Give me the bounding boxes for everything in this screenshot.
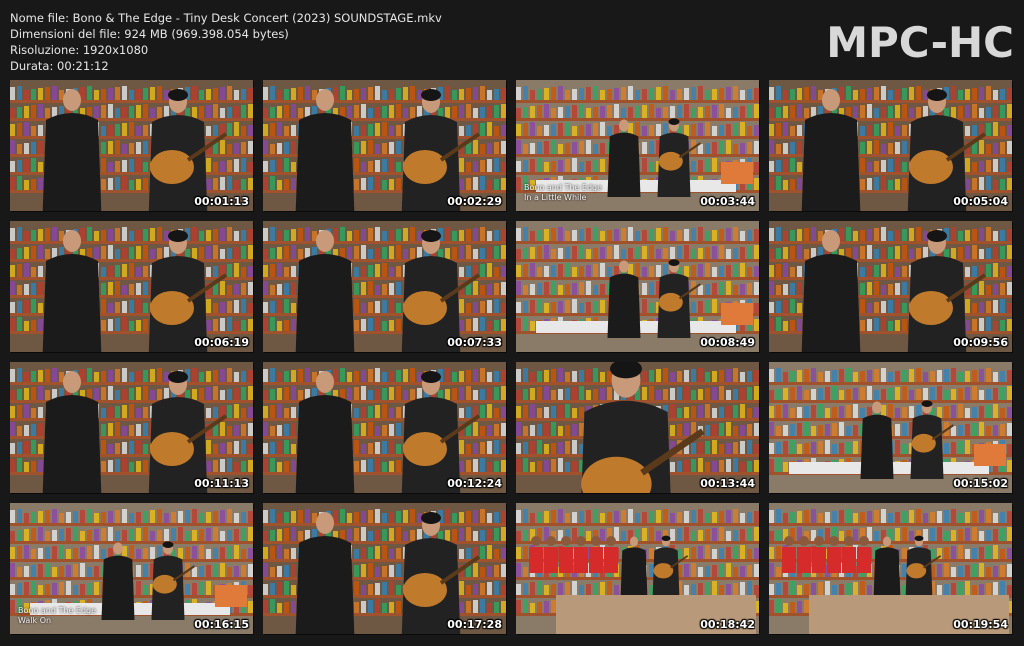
file-name: Nome file: Bono & The Edge - Tiny Desk C…	[10, 11, 442, 25]
caption-song: In a Little While	[524, 193, 587, 202]
video-thumbnail: 00:06:19	[10, 221, 253, 352]
file-info: Nome file: Bono & The Edge - Tiny Desk C…	[10, 10, 442, 74]
thumbnail-timestamp: 00:17:28	[447, 618, 502, 631]
thumbnail-frame	[10, 80, 253, 211]
video-thumbnail: 00:11:13	[10, 362, 253, 493]
thumbnail-timestamp: 00:12:24	[447, 477, 502, 490]
thumbnail-timestamp: 00:16:15	[194, 618, 249, 631]
thumbnail-caption: Bono and The Edge Walk On	[18, 606, 96, 626]
thumbnail-timestamp: 00:06:19	[194, 336, 249, 349]
thumbnail-frame	[769, 362, 1012, 493]
caption-artist: Bono and The Edge	[18, 606, 97, 615]
caption-artist: Bono and The Edge	[524, 183, 603, 192]
file-duration: Durata: 00:21:12	[10, 59, 109, 73]
caption-song: Walk On	[18, 616, 52, 625]
file-size: Dimensioni del file: 924 MB (969.398.054…	[10, 27, 289, 41]
thumbnail-frame	[263, 362, 506, 493]
thumbnail-timestamp: 00:02:29	[447, 195, 502, 208]
thumbnail-timestamp: 00:09:56	[953, 336, 1008, 349]
video-thumbnail: 00:09:56	[769, 221, 1012, 352]
thumbnail-frame	[769, 221, 1012, 352]
thumbnail-frame	[516, 362, 759, 493]
video-thumbnail: Bono and The Edge Walk On 00:16:15	[10, 503, 253, 634]
thumbnail-timestamp: 00:05:04	[953, 195, 1008, 208]
thumbnail-timestamp: 00:11:13	[194, 477, 249, 490]
thumbnail-frame	[516, 221, 759, 352]
video-thumbnail: 00:05:04	[769, 80, 1012, 211]
thumbnail-timestamp: 00:03:44	[700, 195, 755, 208]
thumbnail-caption: Bono and The Edge In a Little While	[524, 183, 602, 203]
video-thumbnail: 00:13:44	[516, 362, 759, 493]
thumbnail-frame	[10, 362, 253, 493]
video-thumbnail: 00:08:49	[516, 221, 759, 352]
video-thumbnail: 00:15:02	[769, 362, 1012, 493]
thumbnail-frame	[516, 503, 759, 634]
thumbnail-frame	[769, 80, 1012, 211]
thumbnail-frame	[10, 221, 253, 352]
thumbnail-timestamp: 00:07:33	[447, 336, 502, 349]
mpc-hc-logo: MPC-HC	[826, 18, 1014, 67]
thumbnail-frame	[263, 80, 506, 211]
video-thumbnail: Bono and The Edge In a Little While 00:03:…	[516, 80, 759, 211]
thumbnail-frame	[263, 503, 506, 634]
thumbnail-frame	[263, 221, 506, 352]
video-thumbnail: 00:18:42	[516, 503, 759, 634]
thumbnail-timestamp: 00:15:02	[953, 477, 1008, 490]
thumbnail-timestamp: 00:19:54	[953, 618, 1008, 631]
thumbnail-timestamp: 00:01:13	[194, 195, 249, 208]
video-thumbnail: 00:17:28	[263, 503, 506, 634]
thumbnail-timestamp: 00:08:49	[700, 336, 755, 349]
video-thumbnail: 00:12:24	[263, 362, 506, 493]
video-thumbnail: 00:07:33	[263, 221, 506, 352]
file-resolution: Risoluzione: 1920x1080	[10, 43, 149, 57]
video-thumbnail: 00:19:54	[769, 503, 1012, 634]
video-thumbnail: 00:01:13	[10, 80, 253, 211]
thumbnail-frame	[769, 503, 1012, 634]
thumbnail-timestamp: 00:18:42	[700, 618, 755, 631]
video-thumbnail: 00:02:29	[263, 80, 506, 211]
thumbnail-timestamp: 00:13:44	[700, 477, 755, 490]
